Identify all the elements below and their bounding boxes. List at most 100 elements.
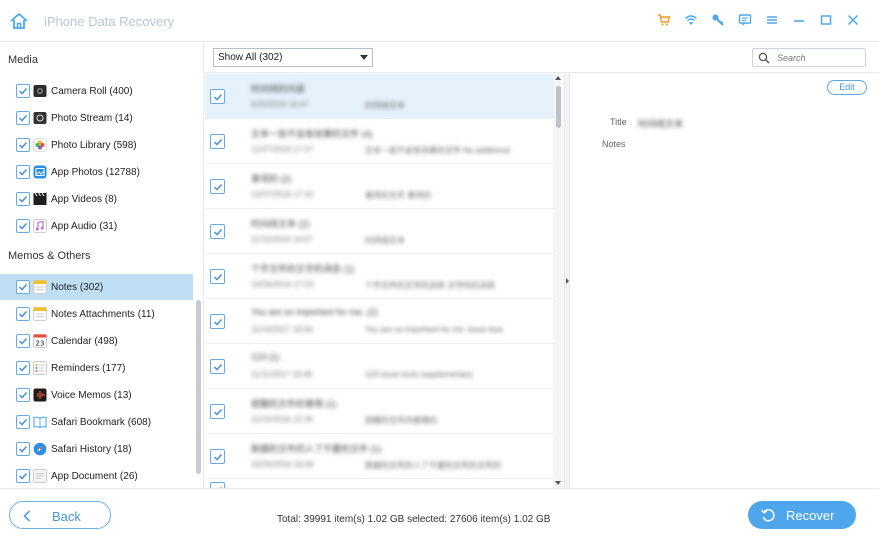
key-icon[interactable] xyxy=(710,12,726,28)
list-item[interactable]: 事项的 (2) 12/27/2016 17:10 事项的文件 事项的 xyxy=(205,164,554,209)
sidebar-item-safari-bookmark[interactable]: Safari Bookmark (608) xyxy=(0,409,193,435)
list-item-preview: 时间线文本 xyxy=(365,236,405,245)
checkbox[interactable] xyxy=(210,404,225,419)
minimize-icon[interactable] xyxy=(791,12,807,28)
sidebar-item-app-videos[interactable]: App Videos (8) xyxy=(0,186,193,212)
list-item[interactable]: 文本一些不会有效果的文件 (4) 12/27/2016 17:27 文本一些不会… xyxy=(205,119,554,164)
scroll-down-arrow-icon[interactable] xyxy=(555,481,561,485)
checkbox[interactable] xyxy=(16,361,30,375)
checkbox[interactable] xyxy=(16,165,30,179)
checkbox[interactable] xyxy=(210,179,225,194)
list-item[interactable]: 123 (1) 11/11/2017 18:49 123 issue tools… xyxy=(205,344,554,389)
list-item[interactable]: … xyxy=(205,479,554,488)
list-item[interactable]: 个字文件的文字的消息 (1) 10/26/2016 17:23 个字文件的文字的… xyxy=(205,254,554,299)
checkbox[interactable] xyxy=(210,449,225,464)
sidebar-item-notes-attachments[interactable]: Notes Attachments (11) xyxy=(0,301,193,327)
close-icon[interactable] xyxy=(845,12,861,28)
maximize-icon[interactable] xyxy=(818,12,834,28)
checkbox[interactable] xyxy=(16,388,30,402)
list-item-date: 10/26/2016 17:23 xyxy=(251,280,314,289)
checkbox[interactable] xyxy=(210,314,225,329)
sidebar-item-label: App Photos (12788) xyxy=(51,166,140,178)
checkbox[interactable] xyxy=(210,134,225,149)
edit-button[interactable]: Edit xyxy=(827,80,867,95)
list-toolbar: Show All (302) xyxy=(205,42,879,73)
checkbox[interactable] xyxy=(16,469,30,483)
list-item-date: 11/15/2016 12:36 xyxy=(251,415,313,424)
feedback-icon[interactable] xyxy=(737,12,753,28)
list-item-title: 时间线的内容 xyxy=(251,84,306,94)
sidebar-item-label: Photo Library (598) xyxy=(51,139,137,151)
sidebar-item-app-audio[interactable]: App Audio (31) xyxy=(0,213,193,239)
list-item-preview: 事项的文件 事项的 xyxy=(365,191,432,200)
sidebar-scrollbar[interactable] xyxy=(196,300,201,474)
list-item-date: 11/15/2016 14:07 xyxy=(251,235,313,244)
sidebar-item-photo-stream[interactable]: Photo Stream (14) xyxy=(0,105,193,131)
recover-button[interactable]: Recover xyxy=(748,501,856,529)
sidebar-item-app-document[interactable]: App Document (26) xyxy=(0,463,193,488)
photos-icon xyxy=(33,138,47,152)
checkbox[interactable] xyxy=(16,192,30,206)
wifi-icon[interactable] xyxy=(683,12,699,28)
detail-title-value: 时间线文本 xyxy=(638,119,684,129)
list-scrollbar-thumb[interactable] xyxy=(556,86,561,128)
sidebar-item-voice-memos[interactable]: Voice Memos (13) xyxy=(0,382,193,408)
list-scrollbar-track[interactable] xyxy=(553,74,563,488)
checkbox[interactable] xyxy=(210,89,225,104)
calendar-day-badge: 23 xyxy=(36,340,45,348)
sidebar-item-label: Photo Stream (14) xyxy=(51,112,133,124)
list-item-title: 123 (1) xyxy=(251,352,280,362)
safari-icon xyxy=(33,442,47,456)
list-item[interactable]: You are so important for me. (2) 11/13/2… xyxy=(205,299,554,344)
notes-attachment-icon xyxy=(33,307,47,321)
list-item[interactable]: 数据的文件的人了不要的文件 (1) 10/26/2016 16:39 数据的文件… xyxy=(205,434,554,479)
list-item[interactable]: 时间线的内容 9/20/2016 16:47 时间线文本 xyxy=(205,74,554,119)
checkbox[interactable] xyxy=(210,224,225,239)
sidebar-item-label: App Document (26) xyxy=(51,470,138,482)
category-sidebar: Media Camera Roll (400) Photo Stream (14… xyxy=(0,42,204,488)
chevron-right-icon[interactable] xyxy=(566,278,569,284)
checkbox[interactable] xyxy=(210,359,225,374)
chevron-left-icon xyxy=(23,510,31,522)
checkbox[interactable] xyxy=(16,334,30,348)
search-box[interactable] xyxy=(752,48,866,67)
search-icon xyxy=(758,52,770,64)
sidebar-item-app-photos[interactable]: App Photos (12788) xyxy=(0,159,193,185)
sidebar-item-reminders[interactable]: Reminders (177) xyxy=(0,355,193,381)
list-item[interactable]: 提醒的文件的事情 (1) 11/15/2016 12:36 提醒的文件的事情的 xyxy=(205,389,554,434)
scroll-up-arrow-icon[interactable] xyxy=(555,76,561,80)
sidebar-item-camera-roll[interactable]: Camera Roll (400) xyxy=(0,78,193,104)
sidebar-item-label: Camera Roll (400) xyxy=(51,85,133,97)
checkbox[interactable] xyxy=(16,280,30,294)
list-item[interactable]: 时间线文本 (2) 11/15/2016 14:07 时间线文本 xyxy=(205,209,554,254)
filter-dropdown[interactable]: Show All (302) xyxy=(213,48,373,67)
checkbox[interactable] xyxy=(16,415,30,429)
menu-icon[interactable] xyxy=(764,12,780,28)
checkbox[interactable] xyxy=(16,307,30,321)
checkbox[interactable] xyxy=(210,269,225,284)
sidebar-item-label: App Audio (31) xyxy=(51,220,118,232)
checkbox[interactable] xyxy=(16,442,30,456)
checkbox[interactable] xyxy=(16,111,30,125)
search-input[interactable] xyxy=(777,51,863,65)
title-bar-controls xyxy=(645,12,861,28)
sidebar-item-safari-history[interactable]: Safari History (18) xyxy=(0,436,193,462)
list-item-date: 12/27/2016 17:27 xyxy=(251,145,314,154)
sidebar-item-label: Reminders (177) xyxy=(51,362,126,374)
title-bar: iPhone Data Recovery xyxy=(0,0,879,42)
cart-icon[interactable] xyxy=(656,12,672,28)
checkbox[interactable] xyxy=(16,84,30,98)
list-item-preview: 提醒的文件的事情的 xyxy=(365,416,437,425)
filter-dropdown-value: Show All (302) xyxy=(218,52,283,63)
checkbox[interactable] xyxy=(16,138,30,152)
list-item-preview: You are so important for me. issue less xyxy=(365,325,503,334)
list-item-title: You are so important for me. (2) xyxy=(251,307,378,317)
clapper-icon xyxy=(33,192,47,206)
home-icon[interactable] xyxy=(8,10,30,32)
checkbox[interactable] xyxy=(16,219,30,233)
sidebar-item-calendar[interactable]: 23 Calendar (498) xyxy=(0,328,193,354)
sidebar-item-notes[interactable]: Notes (302) xyxy=(0,274,193,300)
back-button-label: Back xyxy=(52,509,81,524)
back-button[interactable]: Back xyxy=(9,501,111,529)
sidebar-item-photo-library[interactable]: Photo Library (598) xyxy=(0,132,193,158)
